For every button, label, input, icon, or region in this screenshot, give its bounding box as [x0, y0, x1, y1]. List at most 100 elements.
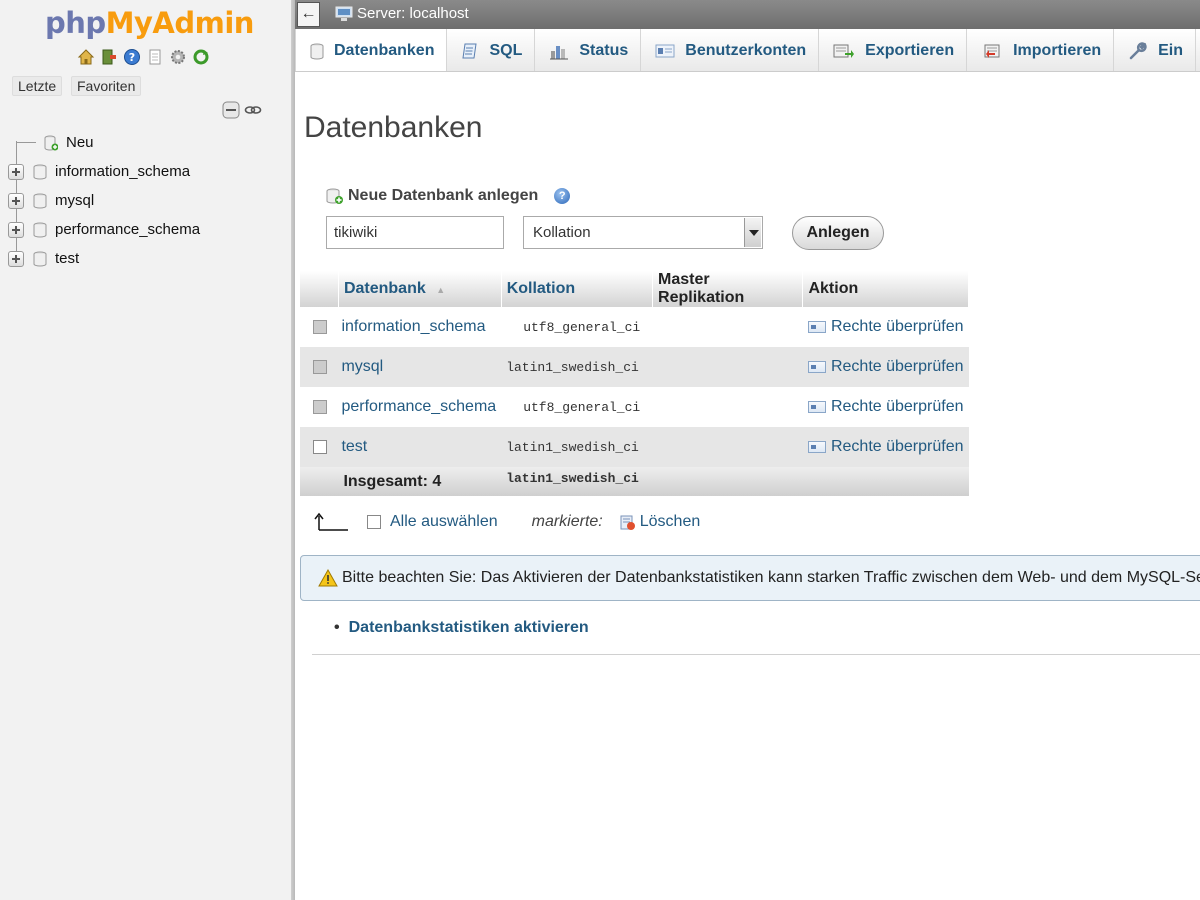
tab-export[interactable]: Exportieren	[819, 29, 968, 71]
column-header-label: Master Replikation	[658, 271, 745, 306]
divider	[312, 654, 1200, 655]
row-checkbox-cell	[300, 347, 339, 387]
privileges-icon	[807, 400, 826, 413]
column-header-label: Aktion	[808, 280, 859, 297]
back-arrow-button[interactable]: ←	[297, 2, 320, 27]
tab-sql[interactable]: SQL	[447, 29, 536, 71]
tree-item-performance-schema[interactable]: performance_schema	[8, 215, 200, 244]
select-all-label[interactable]: Alle auswählen	[390, 513, 498, 531]
tab-settings[interactable]: Ein	[1114, 29, 1196, 71]
master-replication-cell	[652, 347, 803, 387]
tree-item-label: test	[55, 250, 80, 267]
database-tree: Neu information_schema mysql performance…	[8, 128, 200, 273]
tab-databases[interactable]: Datenbanken	[295, 29, 448, 71]
expand-plus-icon[interactable]	[8, 192, 24, 209]
column-header-collation[interactable]: Kollation	[501, 271, 654, 307]
expand-plus-icon[interactable]	[8, 221, 24, 238]
database-name-link[interactable]: information_schema	[338, 307, 502, 347]
tree-item-mysql[interactable]: mysql	[8, 186, 200, 215]
column-header-action: Aktion	[802, 271, 969, 307]
column-header-database[interactable]: Datenbank ▲	[338, 271, 502, 307]
server-breadcrumb-bar: ← Server: localhost	[295, 0, 1200, 29]
server-breadcrumb[interactable]: Server: localhost	[335, 5, 469, 22]
collation-select[interactable]: Kollation	[523, 216, 763, 249]
database-name-link[interactable]: mysql	[338, 347, 502, 387]
tab-status[interactable]: Status	[535, 29, 642, 71]
column-header-label: Kollation	[506, 280, 576, 297]
sql-icon	[462, 43, 478, 58]
tab-user-accounts[interactable]: Benutzerkonten	[641, 29, 820, 71]
new-database-icon	[44, 135, 58, 150]
database-icon	[33, 164, 47, 179]
server-icon	[335, 6, 353, 21]
documentation-icon[interactable]	[146, 48, 164, 66]
logo-php-text: php	[45, 6, 106, 40]
check-privileges-link[interactable]: Rechte überprüfen	[802, 307, 969, 347]
tree-branch	[17, 142, 36, 143]
collation-cell: latin1_swedish_ci	[501, 427, 653, 467]
tree-item-label: performance_schema	[55, 221, 201, 238]
warning-icon	[318, 569, 338, 587]
expand-plus-icon[interactable]	[8, 250, 24, 267]
privileges-icon	[807, 320, 826, 333]
database-statistics-notice: Bitte beachten Sie: Das Aktivieren der D…	[300, 555, 1200, 601]
svg-text:?: ?	[129, 51, 135, 64]
tab-label: Status	[579, 41, 629, 59]
tree-item-label: information_schema	[55, 163, 191, 180]
action-label: Rechte überprüfen	[830, 318, 964, 335]
tab-import[interactable]: Importieren	[967, 29, 1115, 71]
action-label: Rechte überprüfen	[830, 398, 964, 415]
link-chain-icon[interactable]	[244, 101, 262, 119]
settings-gear-icon[interactable]	[169, 48, 187, 66]
collation-cell: utf8_general_ci	[501, 387, 653, 427]
action-label: Rechte überprüfen	[830, 438, 964, 455]
arrow-up-left-icon	[314, 512, 348, 531]
check-privileges-link[interactable]: Rechte überprüfen	[802, 347, 969, 387]
row-checkbox	[313, 319, 327, 334]
reload-icon[interactable]	[192, 48, 210, 66]
master-replication-cell	[652, 307, 803, 347]
create-database-label: Neue Datenbank anlegen	[348, 187, 539, 204]
row-checkbox-cell	[300, 307, 339, 347]
row-checkbox	[313, 399, 327, 414]
create-database-button[interactable]: Anlegen	[792, 216, 884, 250]
database-icon	[33, 193, 47, 208]
status-chart-icon	[550, 45, 569, 59]
home-icon[interactable]	[77, 48, 95, 66]
help-icon[interactable]: ?	[123, 48, 141, 66]
tree-item-information-schema[interactable]: information_schema	[8, 157, 200, 186]
delete-selected-button[interactable]: Löschen	[640, 513, 701, 531]
collapse-all-icon[interactable]	[222, 101, 240, 119]
tab-label: Importieren	[1013, 41, 1102, 59]
tree-item-test[interactable]: test	[8, 244, 200, 273]
tree-controls	[222, 101, 262, 119]
check-privileges-link[interactable]: Rechte überprüfen	[802, 387, 969, 427]
tree-item-label: mysql	[55, 192, 95, 209]
sidebar-resize-handle[interactable]	[291, 0, 295, 900]
row-checkbox-cell	[300, 427, 339, 467]
check-privileges-link[interactable]: Rechte überprüfen	[802, 427, 969, 467]
database-name-input[interactable]	[326, 216, 504, 249]
create-database-heading: Neue Datenbank anlegen ?	[326, 187, 571, 205]
row-checkbox-cell	[300, 387, 339, 427]
phpmyadmin-logo[interactable]: phpMyAdmin	[45, 6, 254, 40]
row-checkbox[interactable]	[313, 439, 327, 454]
database-name-link[interactable]: test	[338, 427, 502, 467]
total-spacer-cell	[300, 467, 339, 496]
recent-button[interactable]: Letzte	[12, 76, 63, 96]
export-icon	[833, 44, 855, 58]
enable-statistics-link[interactable]: Datenbankstatistiken aktivieren	[349, 619, 589, 636]
collation-cell: latin1_swedish_ci	[501, 347, 653, 387]
help-icon[interactable]: ?	[554, 188, 571, 204]
notice-text: Bitte beachten Sie: Das Aktivieren der D…	[342, 569, 1200, 586]
table-header-row: Datenbank ▲ Kollation Master Replikation…	[300, 271, 969, 307]
navigation-sidebar: phpMyAdmin ? Letzte Favoriten Neu inform…	[0, 0, 291, 900]
database-name-link[interactable]: performance_schema	[338, 387, 502, 427]
databases-table: Datenbank ▲ Kollation Master Replikation…	[300, 271, 969, 496]
logout-icon[interactable]	[100, 48, 118, 66]
select-all-checkbox[interactable]	[367, 515, 381, 529]
favorites-button[interactable]: Favoriten	[71, 76, 142, 96]
expand-plus-icon[interactable]	[8, 163, 24, 180]
tab-label: Exportieren	[865, 41, 955, 59]
tree-item-new[interactable]: Neu	[8, 128, 200, 157]
